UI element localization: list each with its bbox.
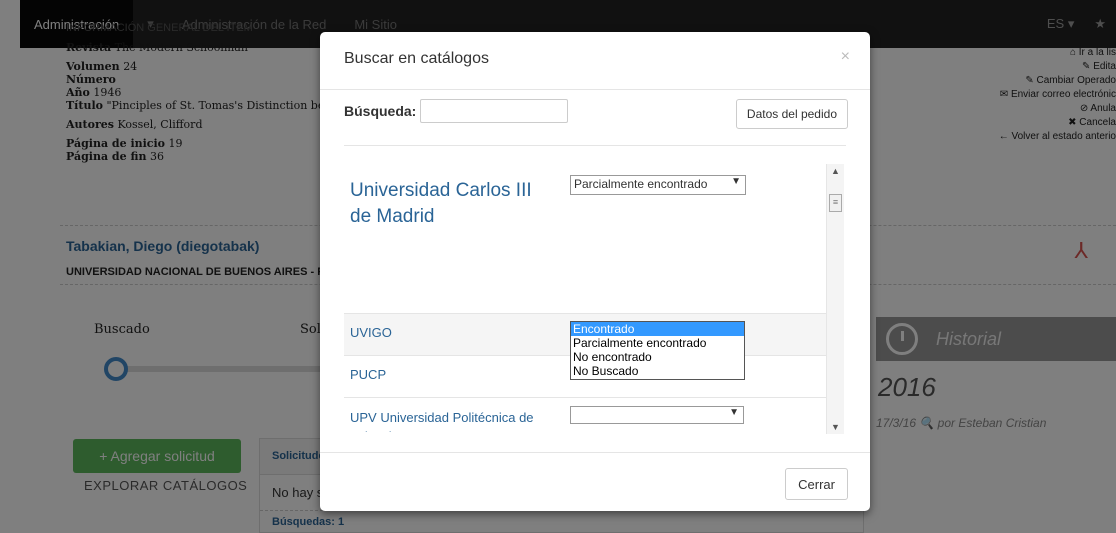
catalog-name-link[interactable]: UVIGO (350, 325, 392, 340)
modal-header: Buscar en catálogos × (320, 32, 870, 90)
caret-down-icon: ▼ (729, 407, 739, 418)
close-icon[interactable]: × (841, 48, 850, 66)
scroll-thumb[interactable]: ≡ (829, 194, 842, 212)
status-select[interactable]: Parcialmente encontrado ▼ (570, 175, 746, 195)
result-row: Universidad Carlos III de Madrid Parcial… (344, 164, 828, 314)
status-options-listbox: Encontrado Parcialmente encontrado No en… (570, 321, 745, 380)
option-no-encontrado[interactable]: No encontrado (571, 350, 744, 364)
search-input[interactable] (420, 99, 569, 123)
catalog-results-list: Universidad Carlos III de Madrid Parcial… (344, 164, 850, 432)
modal-footer: Cerrar (320, 452, 870, 511)
catalog-name-link[interactable]: UPV Universidad Politécnica de Valencia (350, 408, 540, 432)
status-select[interactable]: ▼ (570, 406, 744, 424)
result-row: UPV Universidad Politécnica de Valencia … (344, 398, 828, 432)
divider (344, 145, 846, 146)
option-no-buscado[interactable]: No Buscado (571, 364, 744, 378)
scroll-up-icon[interactable]: ▲ (831, 166, 840, 176)
search-catalogs-modal: Buscar en catálogos × Búsqueda: Datos de… (320, 32, 870, 511)
order-data-button[interactable]: Datos del pedido (735, 99, 848, 129)
catalog-name-link[interactable]: PUCP (350, 367, 386, 382)
results-scrollbar[interactable]: ▲ ≡ ▼ (826, 164, 844, 434)
search-row: Búsqueda: (344, 99, 569, 123)
close-button[interactable]: Cerrar (785, 468, 848, 500)
modal-title: Buscar en catálogos (344, 50, 489, 67)
option-encontrado[interactable]: Encontrado (571, 322, 744, 336)
option-parcialmente-encontrado[interactable]: Parcialmente encontrado (571, 336, 744, 350)
scroll-down-icon[interactable]: ▼ (831, 422, 840, 432)
caret-down-icon: ▼ (731, 176, 741, 187)
catalog-name-link[interactable]: Universidad Carlos III de Madrid (350, 178, 540, 230)
search-label: Búsqueda: (344, 103, 417, 119)
